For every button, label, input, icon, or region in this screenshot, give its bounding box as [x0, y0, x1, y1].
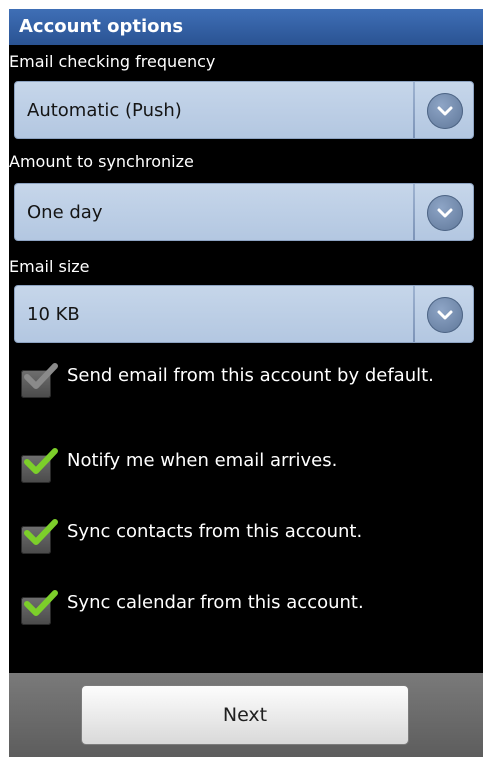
chevron-down-icon — [427, 297, 463, 333]
sync-contacts-checkbox[interactable] — [21, 519, 58, 554]
checkbox-label: Sync calendar from this account. — [67, 592, 364, 613]
sync-amount-dropdown[interactable]: One day — [14, 183, 474, 241]
dropdown-open-button[interactable] — [415, 184, 473, 240]
checkbox-label: Sync contacts from this account. — [67, 521, 363, 542]
checkmark-icon — [24, 519, 58, 545]
bottom-action-bar: Next — [9, 673, 483, 757]
sync-amount-label: Amount to synchronize — [9, 152, 194, 171]
next-button[interactable]: Next — [81, 685, 409, 745]
dropdown-value: 10 KB — [27, 304, 80, 325]
dropdown-open-button[interactable] — [415, 286, 473, 342]
page-title: Account options — [9, 9, 483, 45]
default-account-checkbox — [21, 363, 58, 398]
email-size-label: Email size — [9, 257, 90, 276]
email-size-dropdown[interactable]: 10 KB — [14, 285, 474, 343]
dropdown-open-button[interactable] — [415, 82, 473, 138]
checkbox-label: Send email from this account by default. — [67, 365, 434, 386]
sync-calendar-checkbox[interactable] — [21, 590, 58, 625]
checkbox-label: Notify me when email arrives. — [67, 450, 338, 471]
email-frequency-label: Email checking frequency — [9, 52, 216, 71]
dropdown-value: Automatic (Push) — [27, 100, 182, 121]
checkmark-icon — [24, 448, 58, 474]
chevron-down-icon — [427, 93, 463, 129]
email-frequency-dropdown[interactable]: Automatic (Push) — [14, 81, 474, 139]
checkmark-icon — [24, 363, 58, 389]
account-options-screen: Account options Email checking frequency… — [9, 9, 483, 757]
checkmark-icon — [24, 590, 58, 616]
dropdown-value: One day — [27, 202, 103, 223]
chevron-down-icon — [427, 195, 463, 231]
notify-checkbox[interactable] — [21, 448, 58, 483]
